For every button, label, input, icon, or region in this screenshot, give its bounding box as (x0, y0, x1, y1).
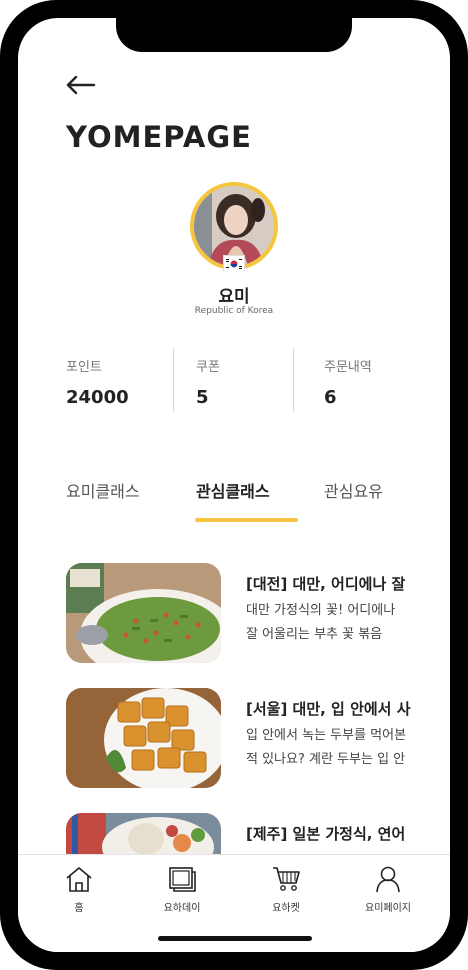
class-desc-line: 잘 어울리는 부추 꽃 볶음 (246, 627, 383, 642)
tab-yomi-class[interactable]: 요미클래스 (66, 478, 140, 502)
cart-icon (273, 867, 300, 891)
notch (116, 18, 352, 52)
stat-label: 포인트 (66, 360, 102, 375)
class-title: [서울] 대만, 입 안에서 사 (246, 700, 411, 718)
stat-label: 주문내역 (324, 360, 372, 375)
class-desc-line: 적 있나요? 계란 두부는 입 안 (246, 752, 406, 767)
korea-flag-icon (223, 255, 245, 271)
stat-coupons[interactable]: 쿠폰 5 (196, 356, 220, 408)
nav-label: 요하데이 (163, 903, 201, 914)
class-title: [제주] 일본 가정식, 연어 (246, 825, 406, 843)
nav-yohaday[interactable]: 요하데이 (132, 865, 232, 914)
screen: YOMEPAGE 요미 Republic of Korea 포인트 24000 … (18, 18, 450, 952)
avatar-photo (194, 186, 274, 266)
class-thumbnail (66, 688, 221, 788)
nav-yohaket[interactable]: 요하켓 (236, 865, 336, 914)
class-title: [대전] 대만, 어디에나 잘 (246, 575, 406, 593)
nav-label: 홈 (74, 903, 84, 914)
stat-points[interactable]: 포인트 24000 (66, 356, 129, 408)
stat-value: 5 (196, 387, 209, 408)
nav-label: 요하켓 (272, 903, 300, 914)
phone-frame: YOMEPAGE 요미 Republic of Korea 포인트 24000 … (0, 0, 468, 970)
divider (173, 348, 174, 412)
nav-yomipage[interactable]: 요미페이지 (338, 865, 438, 914)
class-card[interactable]: [대전] 대만, 어디에나 잘 대만 가정식의 꽃! 어디에나 잘 어울리는 부… (66, 563, 422, 663)
user-icon (376, 866, 400, 893)
class-desc-line: 입 안에서 녹는 두부를 먹어본 (246, 728, 407, 743)
page-title: YOMEPAGE (66, 120, 252, 154)
nav-home[interactable]: 홈 (29, 865, 129, 914)
stat-value: 24000 (66, 387, 129, 408)
class-card[interactable]: [서울] 대만, 입 안에서 사 입 안에서 녹는 두부를 먹어본 적 있나요?… (66, 688, 422, 788)
active-tab-indicator (195, 518, 298, 522)
divider (293, 348, 294, 412)
nav-label: 요미페이지 (365, 903, 411, 914)
class-desc-line: 대만 가정식의 꽃! 어디에나 (246, 603, 396, 618)
class-description: 입 안에서 녹는 두부를 먹어본 적 있나요? 계란 두부는 입 안 (246, 724, 422, 772)
home-icon (66, 867, 92, 892)
tab-interest-yoyu[interactable]: 관심요유 (324, 478, 383, 502)
stat-label: 쿠폰 (196, 360, 220, 375)
back-arrow-icon (66, 75, 96, 95)
tab-interest-class[interactable]: 관심클래스 (196, 478, 270, 502)
class-thumbnail (66, 563, 221, 663)
profile-country: Republic of Korea (194, 306, 274, 316)
stat-orders[interactable]: 주문내역 6 (324, 356, 372, 408)
profile-name: 요미 (218, 287, 250, 307)
home-indicator[interactable] (158, 936, 312, 941)
back-button[interactable] (64, 70, 98, 100)
stat-value: 6 (324, 387, 337, 408)
photo-icon (169, 867, 196, 892)
class-description: 대만 가정식의 꽃! 어디에나 잘 어울리는 부추 꽃 볶음 (246, 599, 422, 647)
